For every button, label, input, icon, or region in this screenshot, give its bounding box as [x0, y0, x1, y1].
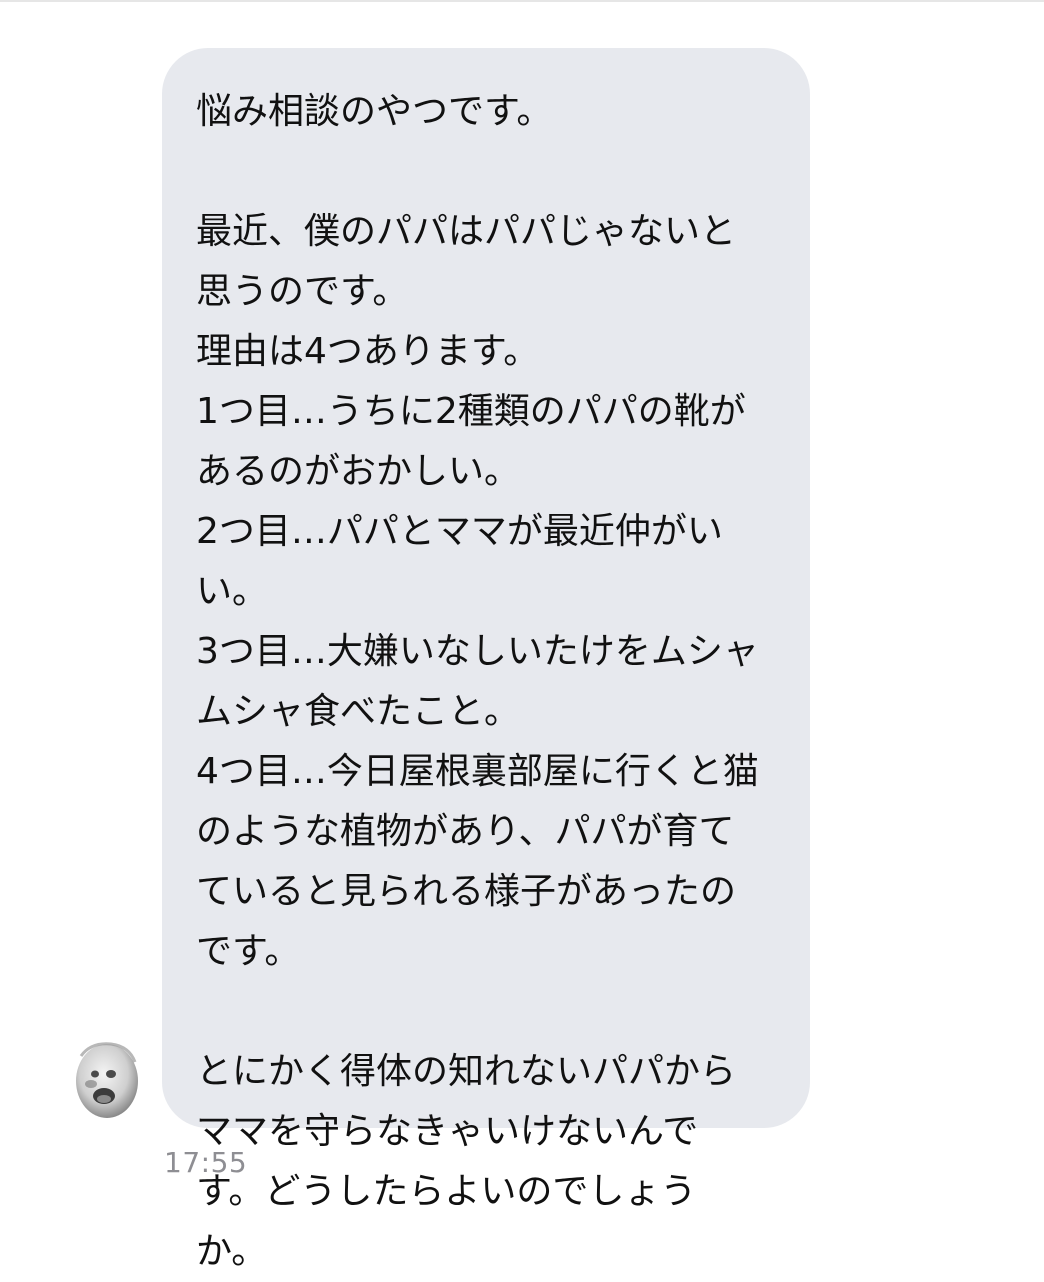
message-line: です。: [196, 931, 301, 972]
message-line: 2つ目…パパとママが最近仲がい: [196, 511, 723, 552]
message-line: か。: [196, 1231, 268, 1272]
message-line: とにかく得体の知れないパパから: [196, 1051, 737, 1092]
message-line: 1つ目…うちに2種類のパパの靴が: [196, 391, 746, 432]
baby-face-icon: [76, 1042, 138, 1118]
message-line: 3つ目…大嫌いなしいたけをムシャ: [196, 631, 759, 672]
message-line: い。: [196, 571, 269, 612]
message-line: 理由は4つあります。: [196, 331, 540, 372]
message-line: [196, 142, 786, 202]
top-divider: [0, 0, 1044, 2]
message-bubble[interactable]: 悩み相談のやつです。 最近、僕のパパはパパじゃないと 思うのです。 理由は4つあ…: [162, 48, 810, 1272]
message-line: 悩み相談のやつです。: [196, 91, 553, 132]
message-line: す。どうしたらよいのでしょう: [196, 1171, 697, 1212]
message-line: 最近、僕のパパはパパじゃないと: [196, 211, 737, 252]
message-line: あるのがおかしい。: [196, 451, 521, 492]
message-line: [196, 982, 786, 1042]
message-line: 思うのです。: [196, 271, 409, 312]
sender-avatar[interactable]: [71, 1038, 143, 1122]
message-timestamp: 17:55: [164, 1146, 248, 1179]
message-line: ムシャ食べたこと。: [196, 691, 521, 732]
message-line: のような植物があり、パパが育て: [196, 811, 735, 852]
message-line: ていると見られる様子があったの: [196, 871, 737, 912]
message-line: ママを守らなきゃいけないんで: [196, 1111, 699, 1152]
message-line: 4つ目…今日屋根裏部屋に行くと猫: [196, 751, 759, 792]
